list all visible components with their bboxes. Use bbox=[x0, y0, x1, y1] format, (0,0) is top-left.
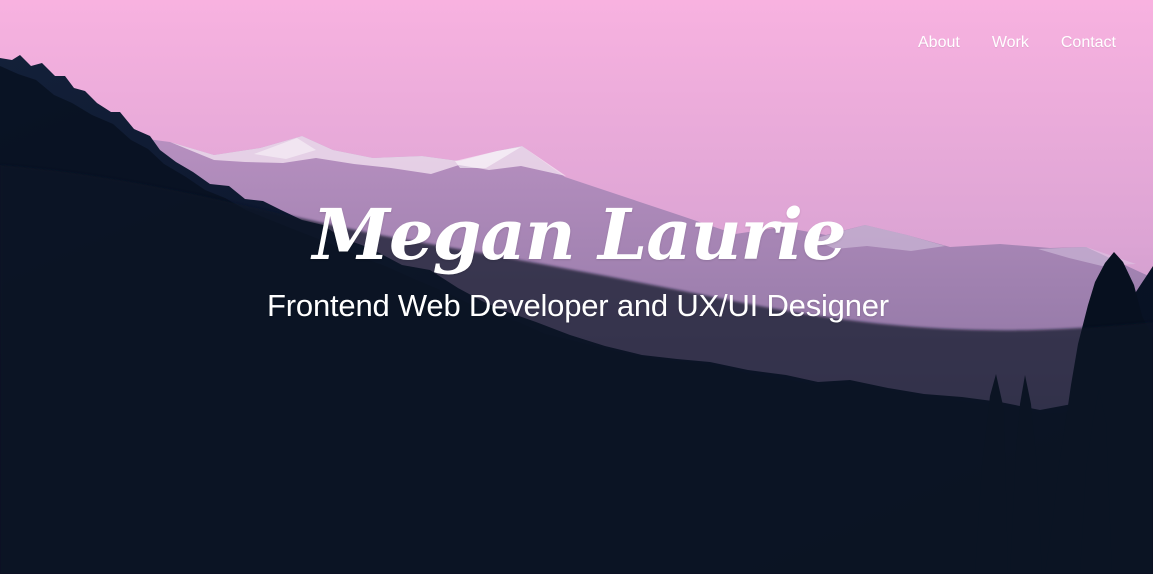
hero-subtitle: Frontend Web Developer and UX/UI Designe… bbox=[267, 288, 889, 323]
nav-link-about[interactable]: About bbox=[918, 33, 960, 53]
top-navigation: About Work Contact bbox=[918, 33, 1116, 53]
nav-link-work[interactable]: Work bbox=[992, 33, 1029, 53]
hero-section: About Work Contact Megan Laurie Frontend… bbox=[0, 0, 1153, 574]
nav-link-contact[interactable]: Contact bbox=[1061, 33, 1116, 53]
hero-name-title: Megan Laurie bbox=[312, 193, 846, 276]
